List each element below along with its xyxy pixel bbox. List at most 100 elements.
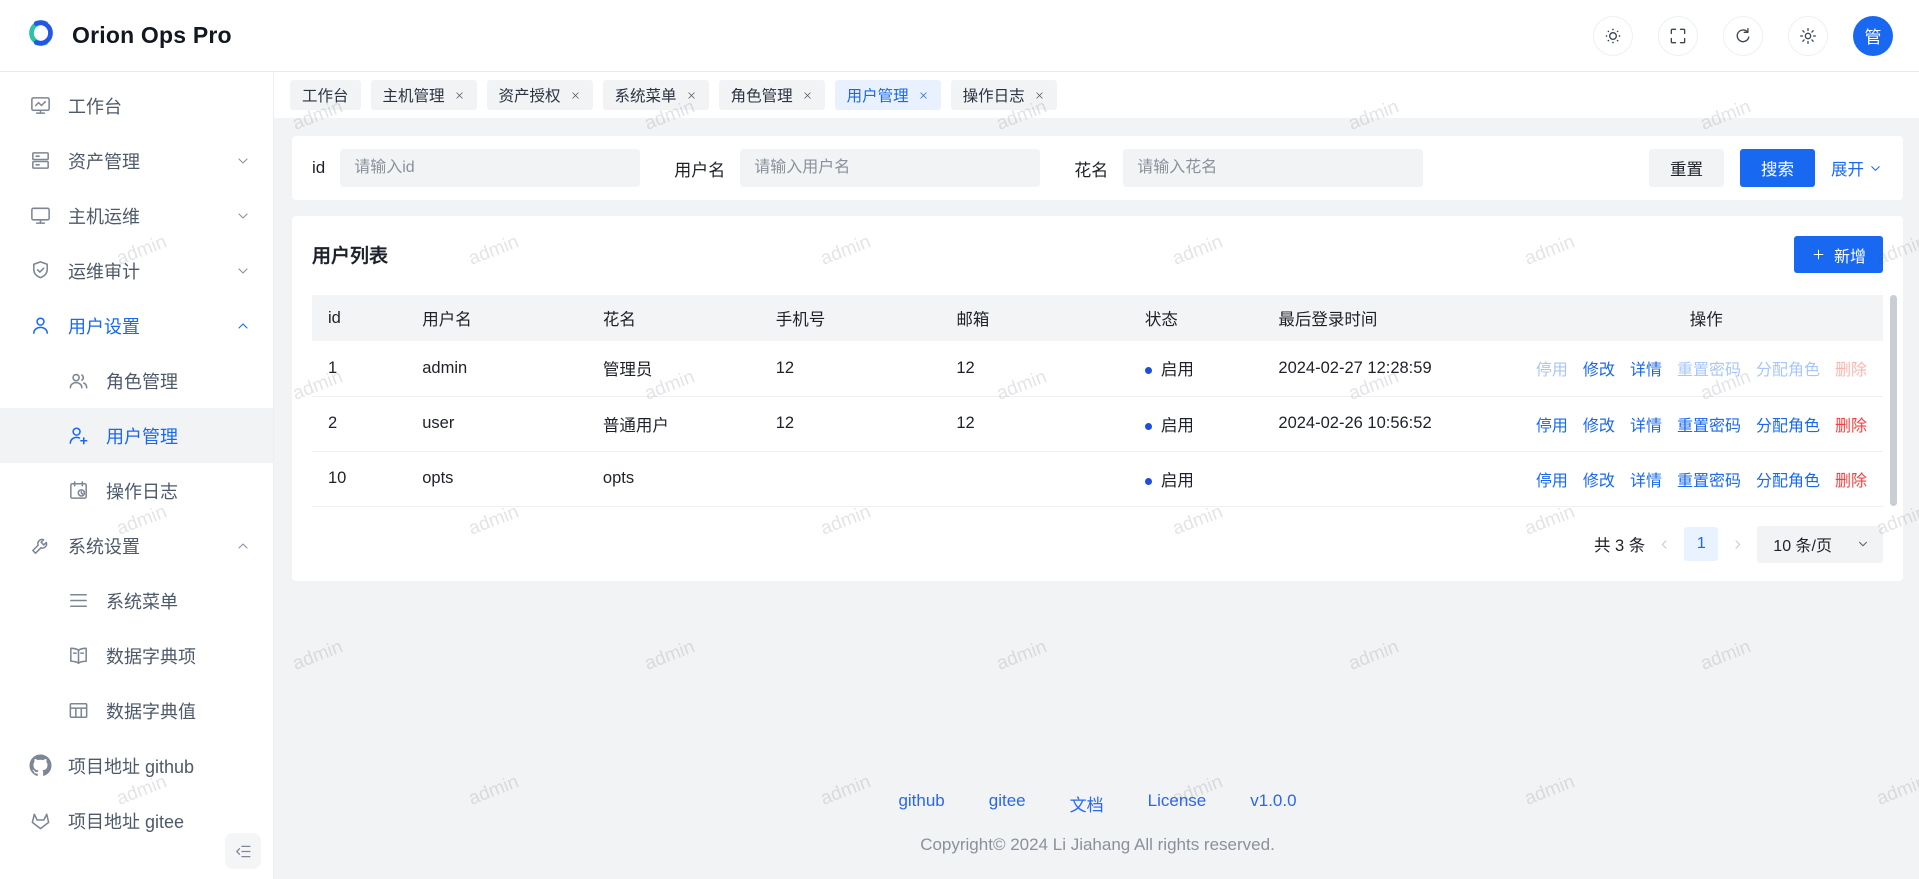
tab-active[interactable]: 用户管理 (835, 80, 941, 110)
row-action-link[interactable]: 重置密码 (1677, 467, 1741, 491)
column-header: id (312, 295, 406, 341)
table-cell: 12 (940, 396, 1129, 451)
row-action-link[interactable]: 详情 (1630, 356, 1662, 380)
actions-cell: 停用修改详情重置密码分配角色删除 (1529, 396, 1883, 451)
collapse-sidebar-button[interactable] (225, 833, 261, 869)
row-action-link[interactable]: 修改 (1583, 467, 1615, 491)
page-size-select[interactable]: 10 条/页 (1757, 526, 1883, 563)
sidebar-item-log[interactable]: 操作日志 (0, 463, 273, 518)
footer-link[interactable]: gitee (989, 791, 1026, 816)
card-title: 用户列表 (312, 241, 388, 268)
logo-icon (22, 14, 60, 57)
search-input-username[interactable] (740, 149, 1040, 187)
row-action-link[interactable]: 详情 (1630, 412, 1662, 436)
close-icon[interactable] (918, 90, 929, 101)
column-header: 操作 (1529, 295, 1883, 341)
close-icon[interactable] (570, 90, 581, 101)
table-cell: opts (587, 451, 760, 506)
reset-button[interactable]: 重置 (1649, 149, 1724, 187)
search-button[interactable]: 搜索 (1740, 149, 1815, 187)
refresh-icon[interactable] (1723, 16, 1763, 56)
close-icon[interactable] (686, 90, 697, 101)
logo[interactable]: Orion Ops Pro (22, 14, 232, 57)
footer-link[interactable]: License (1148, 791, 1207, 816)
footer-link[interactable]: 文档 (1070, 791, 1104, 816)
row-action-link[interactable]: 修改 (1583, 412, 1615, 436)
sidebar-item-audit[interactable]: 运维审计 (0, 243, 273, 298)
sidebar-item-wrench[interactable]: 系统设置 (0, 518, 273, 573)
sidebar-item-label: 系统设置 (68, 533, 140, 559)
row-action-link[interactable]: 分配角色 (1756, 467, 1820, 491)
sidebar-item-grid[interactable]: 数据字典值 (0, 683, 273, 738)
table-row: 10optsopts启用停用修改详情重置密码分配角色删除 (312, 451, 1883, 506)
tab-item[interactable]: 资产授权 (487, 80, 593, 110)
footer-link[interactable]: v1.0.0 (1250, 791, 1296, 816)
last-login-cell (1262, 451, 1529, 506)
search-input-id[interactable] (340, 149, 640, 187)
add-user-button[interactable]: 新增 (1794, 236, 1883, 273)
page-1-button[interactable]: 1 (1684, 527, 1718, 561)
tab-item[interactable]: 角色管理 (719, 80, 825, 110)
table-header: id用户名花名手机号邮箱状态最后登录时间操作 (312, 295, 1883, 341)
table-scrollbar[interactable] (1890, 295, 1897, 506)
avatar[interactable]: 管 (1853, 16, 1893, 56)
expand-toggle[interactable]: 展开 (1831, 156, 1883, 180)
brightness-icon[interactable] (1593, 16, 1633, 56)
fullscreen-icon[interactable] (1658, 16, 1698, 56)
table-row: 1admin管理员1212启用2024-02-27 12:28:59停用修改详情… (312, 341, 1883, 396)
row-action-link[interactable]: 分配角色 (1756, 412, 1820, 436)
main-area: 工作台主机管理资产授权系统菜单角色管理用户管理操作日志 id 用户名 花名 (274, 72, 1919, 879)
user-table: id用户名花名手机号邮箱状态最后登录时间操作 1admin管理员1212启用20… (312, 295, 1883, 507)
tab-item[interactable]: 主机管理 (371, 80, 477, 110)
sidebar-item-workbench[interactable]: 工作台 (0, 78, 273, 133)
column-header: 花名 (587, 295, 760, 341)
sidebar-item-label: 用户管理 (106, 423, 178, 449)
copyright: Copyright© 2024 Li Jiahang All rights re… (292, 835, 1903, 855)
audit-icon (28, 259, 52, 283)
header-actions: 管 (1593, 16, 1893, 56)
sidebar-item-role[interactable]: 角色管理 (0, 353, 273, 408)
row-action-link[interactable]: 停用 (1536, 412, 1568, 436)
column-header: 用户名 (406, 295, 587, 341)
close-icon[interactable] (1034, 90, 1045, 101)
sidebar-item-github[interactable]: 项目地址 github (0, 738, 273, 793)
sidebar-item-host[interactable]: 主机运维 (0, 188, 273, 243)
tab-item[interactable]: 系统菜单 (603, 80, 709, 110)
status-cell: 启用 (1129, 341, 1263, 396)
tab-label: 操作日志 (963, 84, 1025, 106)
search-input-nickname[interactable] (1123, 149, 1423, 187)
close-icon[interactable] (454, 90, 465, 101)
row-action-link[interactable]: 删除 (1835, 467, 1867, 491)
row-action-link[interactable]: 重置密码 (1677, 412, 1741, 436)
row-action-link[interactable]: 停用 (1536, 467, 1568, 491)
row-action-link[interactable]: 修改 (1583, 356, 1615, 380)
sidebar-item-label: 数据字典项 (106, 643, 196, 669)
close-icon[interactable] (802, 90, 813, 101)
sidebar-item-label: 数据字典值 (106, 698, 196, 724)
tab-item[interactable]: 操作日志 (951, 80, 1057, 110)
next-page-button[interactable] (1730, 537, 1745, 552)
status-badge: 启用 (1161, 361, 1194, 379)
search-field-nickname: 花名 (1074, 149, 1423, 187)
sidebar-item-menu[interactable]: 系统菜单 (0, 573, 273, 628)
sidebar-item-label: 系统菜单 (106, 588, 178, 614)
tab-item[interactable]: 工作台 (290, 80, 361, 110)
row-action-link[interactable]: 详情 (1630, 467, 1662, 491)
user-icon (28, 314, 52, 338)
tab-label: 工作台 (302, 84, 349, 106)
sidebar-item-assets[interactable]: 资产管理 (0, 133, 273, 188)
row-action-link[interactable]: 删除 (1835, 412, 1867, 436)
sidebar-item-user[interactable]: 用户设置 (0, 298, 273, 353)
column-header: 手机号 (760, 295, 941, 341)
row-action-link: 删除 (1835, 356, 1867, 380)
prev-page-button[interactable] (1657, 537, 1672, 552)
sidebar-item-user-add[interactable]: 用户管理 (0, 408, 273, 463)
footer-link[interactable]: github (898, 791, 944, 816)
search-field-username: 用户名 (674, 149, 1040, 187)
table-cell: 1 (312, 341, 406, 396)
table-cell: opts (406, 451, 587, 506)
column-header: 最后登录时间 (1262, 295, 1529, 341)
sidebar-item-label: 项目地址 gitee (68, 808, 184, 834)
sidebar-item-book[interactable]: 数据字典项 (0, 628, 273, 683)
settings-icon[interactable] (1788, 16, 1828, 56)
